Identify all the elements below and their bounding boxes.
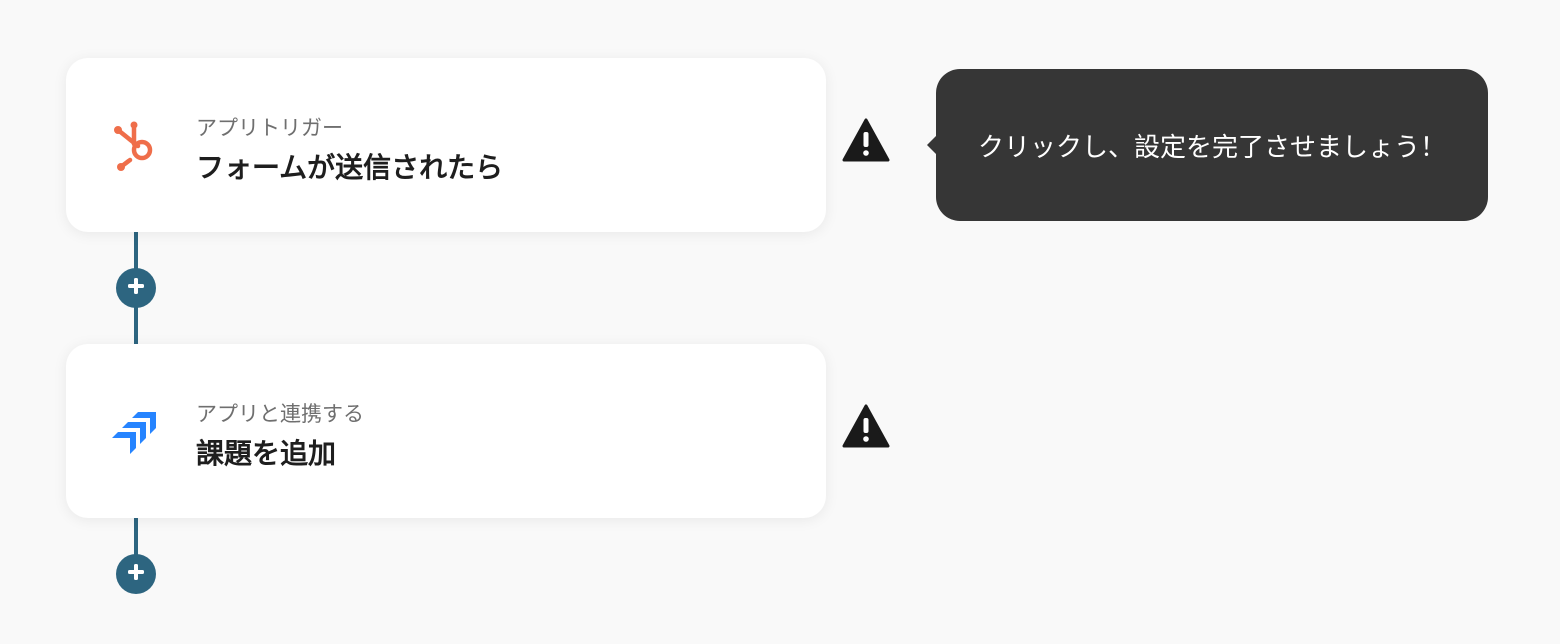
tooltip-arrow — [927, 135, 937, 155]
flow-connector-line — [134, 518, 138, 558]
step-title: フォームが送信されたら — [196, 151, 504, 184]
setup-tooltip: クリックし、設定を完了させましょう！ — [927, 69, 1488, 221]
warning-icon[interactable] — [842, 118, 890, 162]
step-title: 課題を追加 — [196, 437, 337, 470]
step-subtitle: アプリトリガー — [196, 116, 343, 140]
tooltip-text: クリックし、設定を完了させましょう！ — [977, 132, 1446, 163]
warning-icon[interactable] — [842, 404, 890, 448]
action-step-card[interactable]: アプリと連携する 課題を追加 — [66, 344, 826, 518]
plus-icon — [127, 277, 145, 299]
add-step-button[interactable] — [116, 554, 156, 594]
plus-icon — [127, 563, 145, 585]
add-step-button[interactable] — [116, 268, 156, 308]
step-subtitle: アプリと連携する — [196, 402, 364, 426]
jira-icon — [110, 406, 166, 462]
hubspot-icon — [110, 120, 166, 176]
trigger-step-card[interactable]: アプリトリガー フォームが送信されたら — [66, 58, 826, 232]
